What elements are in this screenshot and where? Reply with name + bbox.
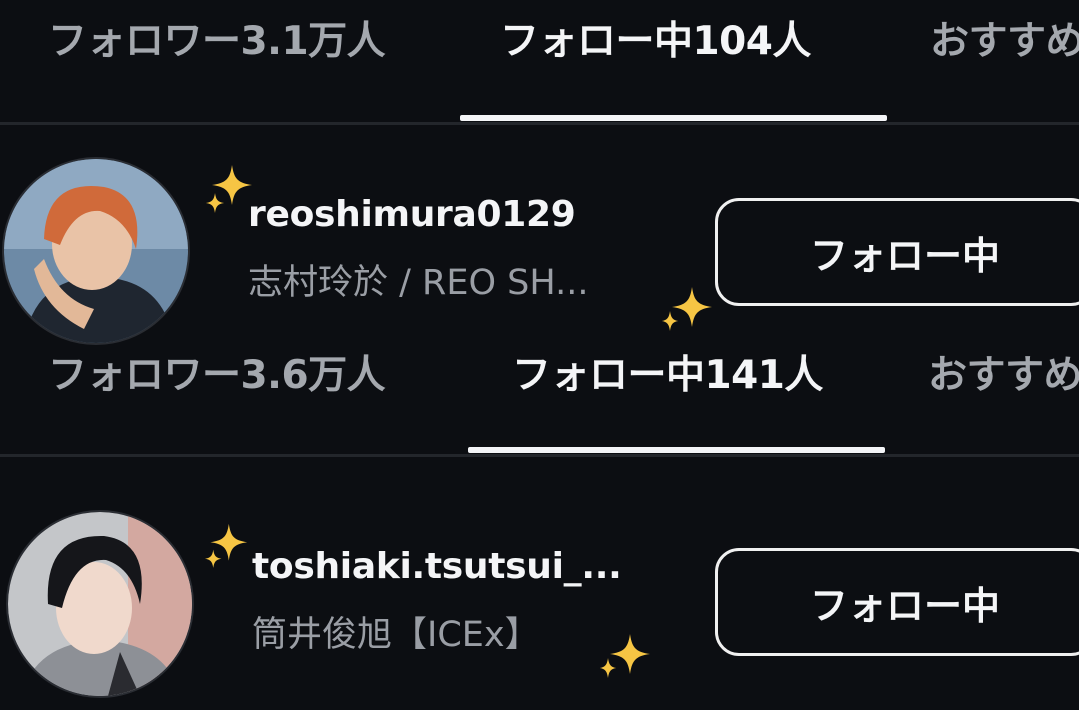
profile-photo xyxy=(8,512,192,696)
sparkles-icon xyxy=(600,634,650,678)
following-button[interactable]: フォロー中 xyxy=(715,198,1079,306)
sparkles-icon xyxy=(206,165,252,213)
full-name: 筒井俊旭【ICEx】 xyxy=(252,615,540,655)
avatar[interactable] xyxy=(2,157,190,345)
sparkles-icon xyxy=(662,287,712,331)
tab-following[interactable]: フォロー中104人 xyxy=(500,20,811,64)
tab-followers[interactable]: フォロワー3.1万人 xyxy=(48,20,386,64)
profile-photo xyxy=(4,159,188,343)
profile-panel-1: フォロワー3.1万人 フォロー中104人 おすすめ reoshimura0129… xyxy=(0,0,1079,355)
tab-followers[interactable]: フォロワー3.6万人 xyxy=(48,354,386,398)
avatar[interactable] xyxy=(6,510,194,698)
full-name: 志村玲於 / REO SH... xyxy=(248,263,589,303)
active-tab-underline xyxy=(468,447,885,453)
following-button[interactable]: フォロー中 xyxy=(715,548,1079,656)
active-tab-underline xyxy=(460,115,887,121)
tab-following[interactable]: フォロー中141人 xyxy=(512,354,823,398)
profile-panel-2: フォロワー3.6万人 フォロー中141人 おすすめ toshiaki.tsuts… xyxy=(0,340,1079,710)
tab-suggested[interactable]: おすすめ xyxy=(928,354,1079,398)
tab-divider xyxy=(0,122,1079,125)
sparkles-icon xyxy=(205,523,248,568)
username[interactable]: reoshimura0129 xyxy=(248,194,576,235)
tab-divider xyxy=(0,454,1079,457)
username[interactable]: toshiaki.tsutsui_... xyxy=(252,546,622,587)
tab-suggested[interactable]: おすすめ xyxy=(930,20,1079,64)
